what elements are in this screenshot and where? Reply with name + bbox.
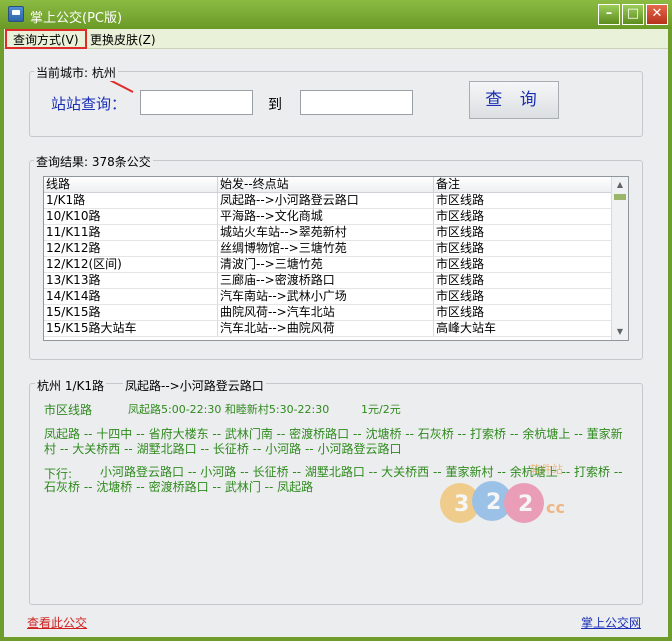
vertical-scrollbar[interactable]: ▲ ▼: [611, 177, 628, 340]
cell-terminals: 曲院风荷-->汽车北站: [218, 305, 434, 321]
detail-line-type: 市区线路: [44, 403, 93, 417]
cell-route: 15/K15路: [44, 305, 218, 321]
cell-note: 高峰大站车: [434, 321, 612, 337]
cell-terminals: 平海路-->文化商城: [218, 209, 434, 225]
cell-note: 市区线路: [434, 241, 612, 257]
station-query-label: 站站查询：: [51, 95, 127, 113]
cell-route: 12/K12路: [44, 241, 218, 257]
cell-terminals: 城站火车站-->翠苑新村: [218, 225, 434, 241]
table-row[interactable]: 15/K15路 曲院风荷-->汽车北站 市区线路: [44, 305, 612, 321]
detail-fare: 1元/2元: [361, 403, 401, 416]
menu-bar: 查询方式(V) 更换皮肤(Z): [4, 29, 668, 49]
cell-note: 市区线路: [434, 305, 612, 321]
window-title: 掌上公交(PC版): [30, 11, 123, 26]
client-area: 查询方式(V) 更换皮肤(Z) 当前城市: 杭州 站站查询： 到 查 询 查询结…: [4, 29, 668, 637]
scroll-down-icon[interactable]: ▼: [612, 324, 628, 340]
cell-terminals: 汽车北站-->曲院风荷: [218, 321, 434, 337]
table-row[interactable]: 1/K1路 凤起路-->小河路登云路口 市区线路: [44, 193, 612, 209]
cell-route: 14/K14路: [44, 289, 218, 305]
table-row[interactable]: 14/K14路 汽车南站-->武林小广场 市区线路: [44, 289, 612, 305]
column-header-terminals[interactable]: 始发--终点站: [218, 177, 434, 193]
table-row[interactable]: 15/K15路大站车 汽车北站-->曲院风荷 高峰大站车: [44, 321, 612, 337]
table-row[interactable]: 13/K13路 三廊庙-->密渡桥路口 市区线路: [44, 273, 612, 289]
cell-note: 市区线路: [434, 257, 612, 273]
watermark-logo: 3 2 2 cc 软件站: [430, 451, 600, 541]
cell-note: 市区线路: [434, 193, 612, 209]
cell-terminals: 凤起路-->小河路登云路口: [218, 193, 434, 209]
svg-text:2: 2: [486, 490, 501, 515]
website-link[interactable]: 掌上公交网: [581, 614, 641, 631]
svg-text:cc: cc: [546, 498, 565, 517]
cell-note: 市区线路: [434, 289, 612, 305]
table-row[interactable]: 12/K12路 丝绸博物馆-->三塘竹苑 市区线路: [44, 241, 612, 257]
cell-route: 1/K1路: [44, 193, 218, 209]
detail-terminals: 凤起路-->小河路登云路口: [123, 377, 266, 394]
watermark-text: 软件站: [530, 463, 563, 476]
query-button[interactable]: 查 询: [469, 81, 559, 119]
table-row[interactable]: 10/K10路 平海路-->文化商城 市区线路: [44, 209, 612, 225]
bus-app-icon: [8, 6, 24, 22]
cell-terminals: 清波门-->三塘竹苑: [218, 257, 434, 273]
cell-route: 15/K15路大站车: [44, 321, 218, 337]
cell-terminals: 丝绸博物馆-->三塘竹苑: [218, 241, 434, 257]
table-row[interactable]: 11/K11路 城站火车站-->翠苑新村 市区线路: [44, 225, 612, 241]
cell-route: 11/K11路: [44, 225, 218, 241]
cell-note: 市区线路: [434, 209, 612, 225]
routes-list[interactable]: 线路 始发--终点站 备注 1/K1路 凤起路-->小河路登云路口 市区线路 10/K…: [43, 176, 629, 341]
scroll-up-icon[interactable]: ▲: [612, 177, 628, 193]
cell-route: 12/K12(区间): [44, 257, 218, 273]
list-header: 线路 始发--终点站 备注: [44, 177, 612, 193]
svg-text:2: 2: [518, 492, 533, 517]
watermark-logo-icon: 3 2 2 cc: [440, 481, 565, 523]
detail-hours: 凤起路5:00-22:30 和睦新村5:30-22:30: [128, 403, 330, 416]
to-station-input[interactable]: [300, 90, 413, 115]
title-bar[interactable]: 掌上公交(PC版) – □ ✕: [0, 0, 672, 29]
cell-terminals: 汽车南站-->武林小广场: [218, 289, 434, 305]
minimize-button[interactable]: –: [598, 4, 620, 25]
menu-change-skin[interactable]: 更换皮肤(Z): [88, 31, 158, 48]
column-header-route[interactable]: 线路: [44, 177, 218, 193]
column-header-note[interactable]: 备注: [434, 177, 612, 193]
cell-note: 市区线路: [434, 225, 612, 241]
view-this-bus-link[interactable]: 查看此公交: [27, 614, 87, 631]
annotation-highlight-box: [5, 29, 87, 49]
app-window: 掌上公交(PC版) – □ ✕ 查询方式(V) 更换皮肤(Z) 当前城市: 杭州…: [0, 0, 672, 641]
maximize-button[interactable]: □: [622, 4, 644, 25]
cell-route: 13/K13路: [44, 273, 218, 289]
svg-text:3: 3: [454, 492, 469, 517]
cell-terminals: 三廊庙-->密渡桥路口: [218, 273, 434, 289]
results-count-label: 查询结果: 378条公交: [34, 153, 153, 170]
table-row[interactable]: 12/K12(区间) 清波门-->三塘竹苑 市区线路: [44, 257, 612, 273]
current-city-label: 当前城市: 杭州: [34, 64, 118, 81]
to-label: 到: [268, 97, 282, 113]
close-button[interactable]: ✕: [646, 4, 668, 25]
cell-route: 10/K10路: [44, 209, 218, 225]
scroll-thumb[interactable]: [614, 194, 626, 200]
cell-note: 市区线路: [434, 273, 612, 289]
from-station-input[interactable]: [140, 90, 253, 115]
detail-city-route: 杭州 1/K1路: [35, 377, 106, 394]
